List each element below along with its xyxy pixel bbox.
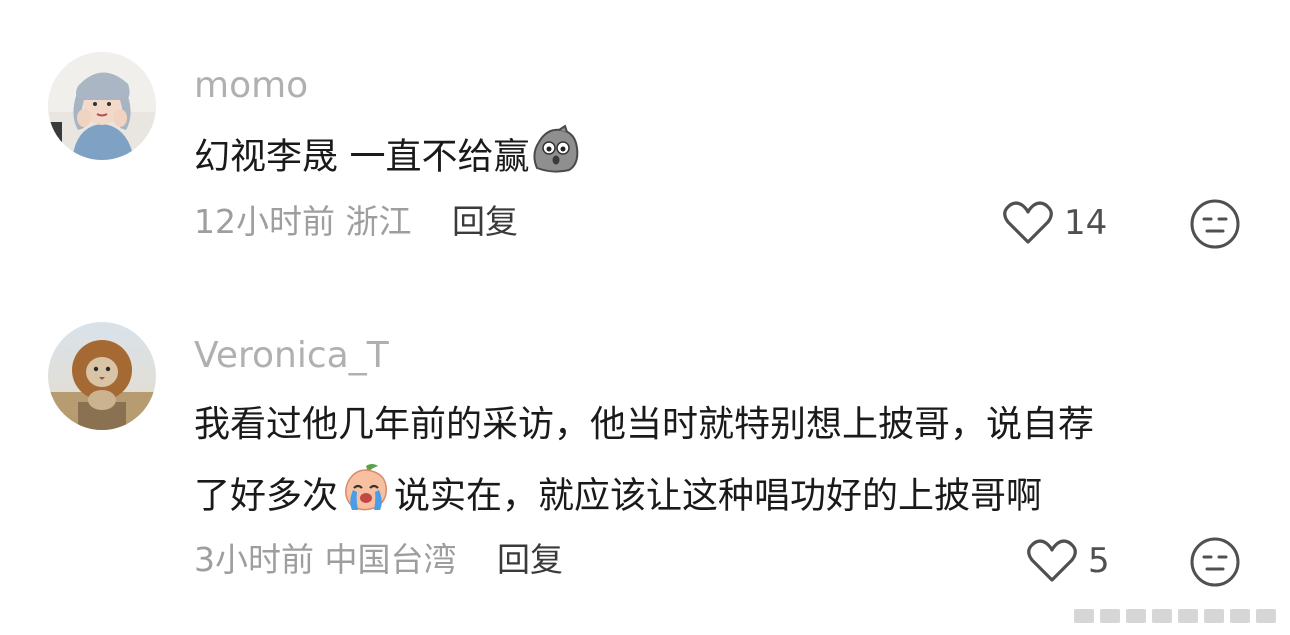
neutral-face-icon [1190,537,1240,587]
dislike-button[interactable] [1188,197,1242,251]
comment-text-line: 我看过他几年前的采访，他当时就特别想上披哥，说自荐 [194,404,1095,445]
dislike-button[interactable] [1188,535,1242,589]
comment-location: 浙江 [345,202,412,241]
comment-location: 中国台湾 [324,540,457,579]
comment-list: momo 幻视李晟 一直不给赢 12小时前 浙江 回复 14 Veronica_… [0,0,1290,635]
comment-meta: 12小时前 浙江 回复 [194,202,518,242]
crying-peach-emoji-icon [338,462,394,533]
neutral-face-icon [1190,199,1240,249]
comment-text-content: 说实在，就应该让这种唱功好的上披哥啊 [394,475,1043,517]
username[interactable]: momo [194,66,308,106]
watermark-image [1072,603,1282,627]
comment-time: 3小时前 [194,540,314,579]
comment-text-content: 幻视李晟 一直不给赢 [194,136,530,178]
comment-text-content: 了好多次 [194,475,339,517]
comment-time: 12小时前 [194,202,335,241]
shocked-rock-emoji-icon [529,124,581,193]
avatar[interactable] [48,52,156,160]
comment-meta: 3小时前 中国台湾 回复 [194,540,563,580]
avatar[interactable] [48,322,156,430]
comment-text-line: 了好多次 说实在，就应该让这种唱功好的上披哥啊 [194,462,1042,533]
reply-button[interactable]: 回复 [452,202,518,241]
like-count: 14 [1064,203,1108,243]
like-button[interactable]: 14 [1002,200,1107,246]
like-count: 5 [1088,541,1110,581]
username[interactable]: Veronica_T [194,336,389,376]
like-button[interactable]: 5 [1026,538,1110,584]
comment-text: 幻视李晟 一直不给赢 [194,124,581,193]
heart-icon [1027,539,1077,582]
heart-icon [1003,201,1053,244]
reply-button[interactable]: 回复 [497,540,563,579]
